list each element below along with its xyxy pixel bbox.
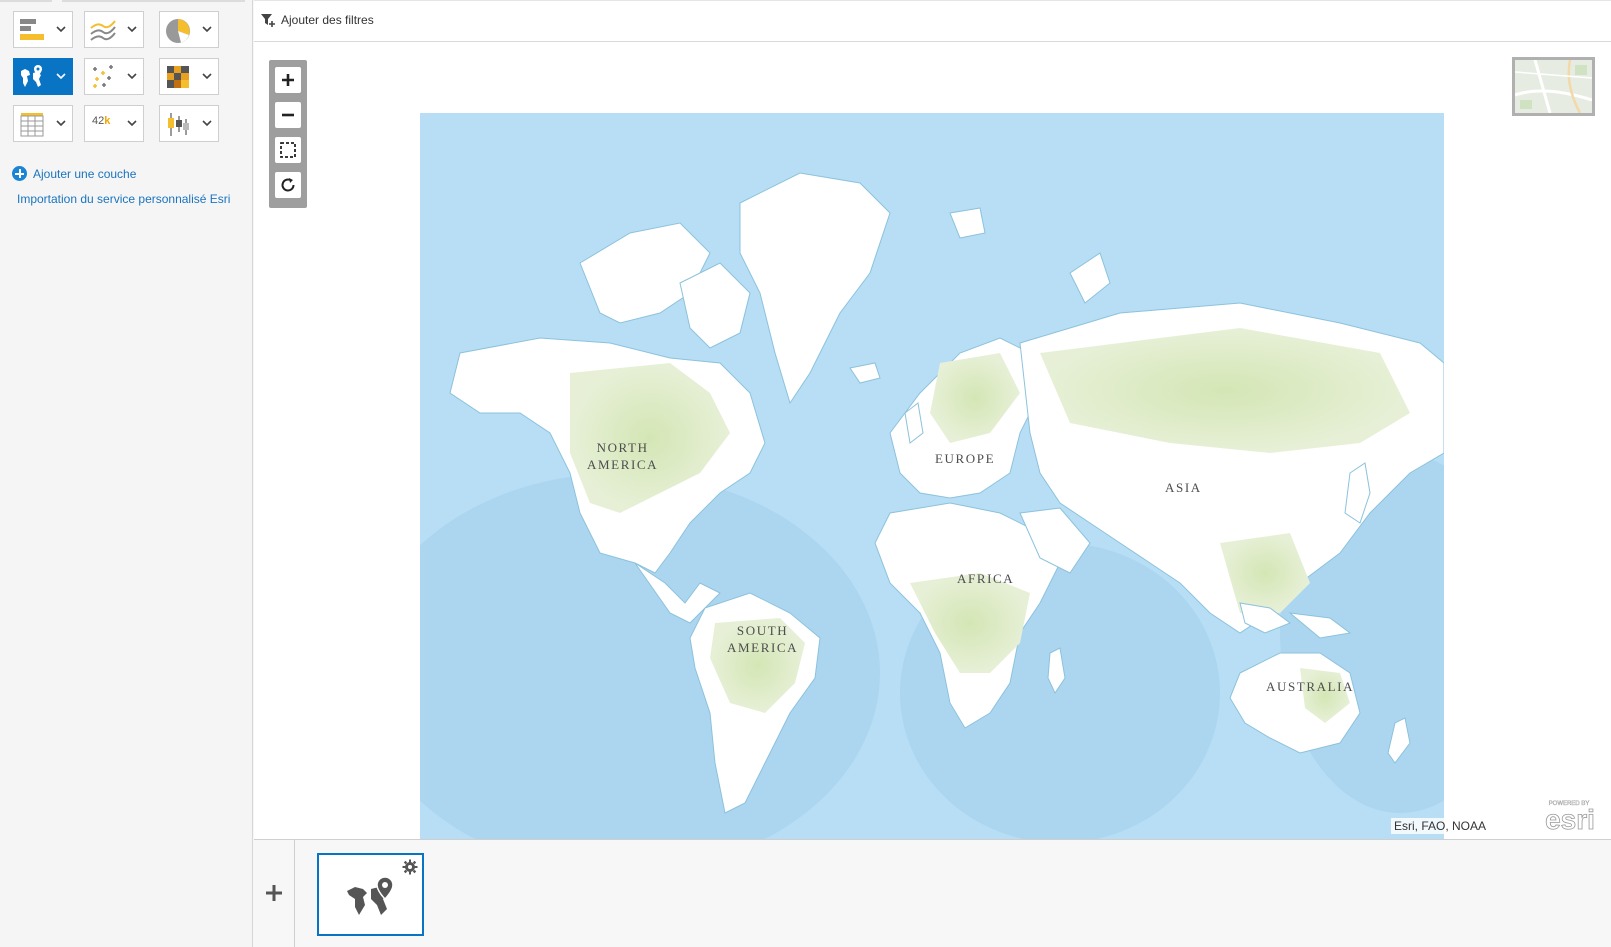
box-select-button[interactable] (275, 137, 301, 163)
continent-label-africa: AFRICA (957, 571, 1015, 586)
continent-label-australia: AUSTRALIA (1266, 679, 1355, 694)
viz-bar-chart-button[interactable] (13, 11, 73, 48)
boxplot-icon (168, 113, 189, 136)
table-icon (20, 113, 44, 137)
chevron-down-icon (202, 26, 212, 33)
filter-bar: Ajouter des filtres (254, 0, 1611, 42)
bar-chart-icon (20, 19, 44, 40)
add-layer-label: Ajouter une couche (33, 166, 137, 181)
chevron-down-icon (127, 120, 137, 127)
left-panel: 42k Ajouter une couche Importation du se… (0, 0, 253, 947)
reset-view-button[interactable] (275, 172, 301, 198)
chevron-down-icon (56, 26, 66, 33)
basemap-toggle-button[interactable] (1512, 57, 1595, 116)
line-chart-icon (90, 20, 116, 41)
chevron-down-icon (202, 120, 212, 127)
import-esri-service-link[interactable]: Importation du service personnalisé Esri (17, 192, 230, 206)
map-marker-icon (347, 877, 394, 915)
viz-pie-chart-button[interactable] (159, 11, 219, 48)
plus-icon (282, 74, 294, 86)
chevron-down-icon (56, 120, 66, 127)
zoom-in-button[interactable] (275, 67, 301, 93)
panel-top-border (0, 0, 245, 2)
chevron-down-icon (56, 73, 66, 80)
minus-icon (282, 113, 294, 117)
map-attribution: Esri, FAO, NOAA (1390, 818, 1489, 834)
app-root: 42k Ajouter une couche Importation du se… (0, 0, 1611, 947)
continent-label-north-america: NORTH AMERICA (587, 440, 659, 472)
svg-text:esri: esri (1545, 804, 1595, 833)
visualization-strip (254, 839, 1611, 947)
continent-label-asia: ASIA (1165, 480, 1202, 495)
heatmap-icon (167, 66, 189, 88)
viz-boxplot-button[interactable] (159, 105, 219, 142)
world-basemap (420, 113, 1444, 839)
viz-line-chart-button[interactable] (84, 11, 144, 48)
viz-kpi-button[interactable]: 42k (84, 105, 144, 142)
viz-heatmap-button[interactable] (159, 58, 219, 95)
gear-icon[interactable] (402, 859, 418, 875)
viz-scatter-chart-button[interactable] (84, 58, 144, 95)
map-viewport[interactable]: NORTH AMERICA EUROPE ASIA AFRICA SOUTH A… (254, 42, 1611, 839)
basemap-thumbnail (1515, 60, 1592, 113)
continent-label-europe: EUROPE (935, 451, 996, 466)
world-map[interactable]: NORTH AMERICA EUROPE ASIA AFRICA SOUTH A… (420, 113, 1444, 839)
chevron-down-icon (127, 26, 137, 33)
kpi-icon: 42k (92, 115, 111, 127)
pie-chart-icon (166, 19, 190, 43)
strip-divider (294, 840, 295, 947)
map-zoom-controls (269, 60, 307, 208)
esri-logo: POWERED BY esri (1545, 801, 1596, 833)
add-circle-icon (12, 166, 27, 181)
viz-table-button[interactable] (13, 105, 73, 142)
visualization-card-map[interactable] (317, 853, 424, 936)
add-filters-button[interactable]: Ajouter des filtres (260, 12, 374, 28)
scatter-chart-icon (93, 65, 113, 88)
zoom-out-button[interactable] (275, 102, 301, 128)
viz-map-button[interactable] (13, 58, 73, 95)
filter-add-icon (261, 14, 275, 27)
add-filters-label: Ajouter des filtres (281, 13, 374, 27)
chevron-down-icon (202, 73, 212, 80)
continent-label-south-america: SOUTH AMERICA (727, 623, 799, 655)
marquee-select-icon (280, 142, 296, 158)
add-layer-link[interactable]: Ajouter une couche (12, 165, 136, 182)
refresh-icon (281, 178, 295, 192)
map-icon (21, 65, 42, 87)
add-visualization-button[interactable] (263, 882, 285, 904)
chevron-down-icon (127, 73, 137, 80)
